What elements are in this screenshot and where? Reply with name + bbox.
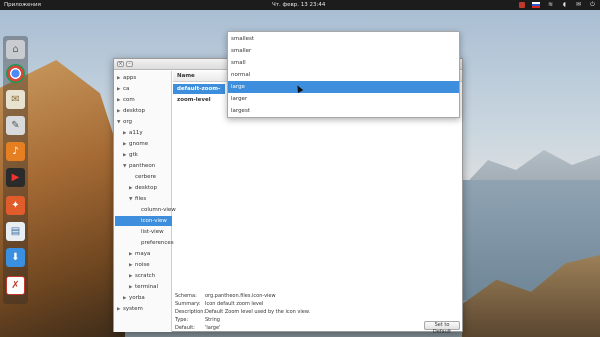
tools-icon[interactable]: ✎ — [6, 116, 25, 135]
media-icon[interactable]: ▶ — [6, 168, 25, 187]
tree-item-label: preferences — [141, 240, 174, 246]
option-smaller[interactable]: smaller — [228, 45, 459, 57]
info-type: Type: String — [175, 317, 220, 325]
tree-item-pantheon[interactable]: ▼ pantheon — [123, 161, 155, 171]
keyboard-layout-icon[interactable] — [532, 1, 540, 8]
info-value: org.pantheon.files.icon-view — [205, 293, 276, 299]
tree-item-label: a11y — [129, 130, 143, 136]
tree-item-gnome[interactable]: ▶ gnome — [123, 139, 148, 149]
tree-item-noise[interactable]: ▶ noise — [129, 260, 150, 270]
tree-item-label: scratch — [135, 273, 156, 279]
tree-item-com[interactable]: ▶ com — [117, 95, 135, 105]
info-value: String — [205, 317, 220, 323]
info-value: Default Zoom level used by the icon view… — [205, 309, 311, 315]
tree-item-icon-view[interactable]: icon-view — [115, 216, 172, 226]
tree-item-yorba[interactable]: ▶ yorba — [123, 293, 145, 303]
key-row-default-zoom-level[interactable]: default-zoom-level — [173, 84, 225, 102]
volume-icon[interactable]: ◖ — [561, 1, 568, 8]
info-schema: Schema: org.pantheon.files.icon-view — [175, 293, 276, 301]
tree-item-system[interactable]: ▶ system — [117, 304, 143, 314]
tree-item-label: yorba — [129, 295, 145, 301]
option-large[interactable]: large — [228, 81, 459, 93]
info-value: 'large' — [205, 325, 221, 331]
mail-icon[interactable]: ✉ — [6, 90, 25, 109]
dock: ⌂ ✉ ✎ ♪ ▶ ✦ ▤ ⬇ ✗ — [3, 36, 28, 304]
tree-item-desktop[interactable]: ▶ desktop — [117, 106, 145, 116]
top-panel: Приложения Чт. февр. 13 23:44 ≋ ◖ ✉ ⏻ — [0, 0, 600, 10]
set-to-default-button[interactable]: Set to Default — [424, 321, 460, 335]
info-label: Type: — [175, 317, 189, 323]
info-description: Description:Default Zoom level used by t… — [175, 309, 310, 317]
schema-tree: ▶ apps ▶ ca ▶ com ▶ desktop ▼ org ▶ a11y ▶ gnom… — [114, 71, 176, 332]
tree-item-label: cerbere — [135, 174, 157, 180]
tree-item-label: list-view — [141, 229, 164, 235]
info-label: Schema: — [175, 293, 197, 299]
info-default: Default: 'large' — [175, 325, 220, 333]
tree-item-label: maya — [135, 251, 151, 257]
download-icon[interactable]: ⬇ — [6, 248, 25, 267]
tree-item-scratch[interactable]: ▶ scratch — [129, 271, 155, 281]
mail-tray-icon[interactable]: ✉ — [575, 1, 582, 8]
tree-item-cerbere[interactable]: cerbere — [129, 172, 156, 182]
tree-item-label: gnome — [129, 141, 149, 147]
tree-item-label: desktop — [135, 185, 157, 191]
tree-item-label: system — [123, 306, 143, 312]
tree-item-label: terminal — [135, 284, 158, 290]
option-smallest[interactable]: smallest — [228, 33, 459, 45]
tree-item-terminal[interactable]: ▶ terminal — [129, 282, 158, 292]
tree-item-gtk[interactable]: ▶ gtk — [123, 150, 138, 160]
tree-item-maya[interactable]: ▶ maya — [129, 249, 150, 259]
option-normal[interactable]: normal — [228, 69, 459, 81]
tree-item-list-view[interactable]: list-view — [135, 227, 164, 237]
tree-item-preferences[interactable]: preferences — [135, 238, 174, 248]
tree-item-label: noise — [135, 262, 150, 268]
info-label: Description: — [175, 309, 206, 315]
tree-item-label: desktop — [123, 108, 145, 114]
tree-item-a11y[interactable]: ▶ a11y — [123, 128, 143, 138]
info-label: Default: — [175, 325, 195, 331]
tree-item-label: ca — [123, 86, 130, 92]
record-icon[interactable] — [519, 1, 525, 8]
info-label: Summary: — [175, 301, 201, 307]
option-larger[interactable]: larger — [228, 93, 459, 105]
power-icon[interactable]: ⏻ — [589, 1, 596, 8]
info-summary: Summary: Icon default zoom level — [175, 301, 263, 309]
info-value: Icon default zoom level — [205, 301, 264, 307]
home-icon[interactable]: ⌂ — [6, 40, 25, 59]
tree-item-files[interactable]: ▼ files — [129, 194, 146, 204]
tree-item-pantheon-desktop[interactable]: ▶ desktop — [129, 183, 157, 193]
zoom-level-dropdown: smallest smaller small normal large larg… — [227, 31, 460, 118]
music-icon[interactable]: ♪ — [6, 142, 25, 161]
tree-item-label: apps — [123, 75, 137, 81]
tree-item-label: gtk — [129, 152, 138, 158]
tree-item-label: column-view — [141, 207, 176, 213]
tree-item-label: pantheon — [129, 163, 156, 169]
tree-item-org[interactable]: ▼ org — [117, 117, 132, 127]
tree-item-label: com — [123, 97, 135, 103]
chrome-icon[interactable] — [6, 64, 25, 83]
software-icon[interactable]: ✦ — [6, 196, 25, 215]
network-icon[interactable]: ≋ — [547, 1, 554, 8]
option-small[interactable]: small — [228, 57, 459, 69]
tree-item-label: icon-view — [141, 218, 167, 224]
app-icon[interactable]: ✗ — [6, 276, 25, 295]
option-largest[interactable]: largest — [228, 105, 459, 117]
applications-menu[interactable]: Приложения — [4, 2, 41, 8]
tree-item-apps[interactable]: ▶ apps — [117, 73, 136, 83]
tree-item-label: files — [135, 196, 147, 202]
tree-item-ca[interactable]: ▶ ca — [117, 84, 129, 94]
system-tray: ≋ ◖ ✉ ⏻ — [519, 1, 596, 8]
clock[interactable]: Чт. февр. 13 23:44 — [272, 2, 325, 8]
settings-icon[interactable]: ▤ — [6, 222, 25, 241]
tree-item-label: org — [123, 119, 133, 125]
tree-item-column-view[interactable]: column-view — [135, 205, 176, 215]
